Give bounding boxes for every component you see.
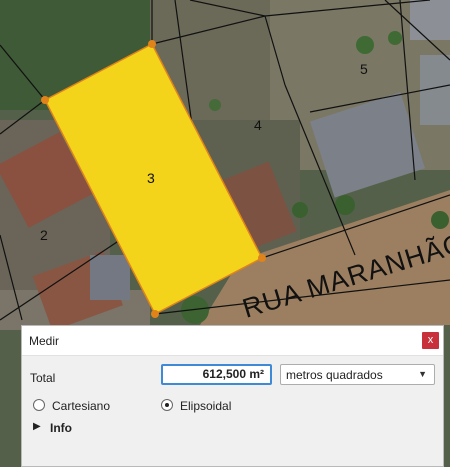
- vertex-handle: [41, 96, 49, 104]
- info-label: Info: [50, 421, 72, 435]
- radio-cartesiano-label: Cartesiano: [52, 399, 111, 413]
- unit-select[interactable]: metros quadrados ▼: [280, 364, 435, 385]
- total-value-field[interactable]: 612,500 m²: [161, 364, 272, 385]
- info-expander[interactable]: ▶ Info: [33, 420, 113, 436]
- radio-cartesiano[interactable]: Cartesiano: [33, 397, 133, 415]
- radio-elipsoidal[interactable]: Elipsoidal: [161, 397, 271, 415]
- total-label: Total: [30, 371, 56, 385]
- vertex-handle: [151, 310, 159, 318]
- unit-select-value: metros quadrados: [286, 368, 383, 382]
- radio-button-icon[interactable]: [161, 399, 173, 411]
- vertex-handle: [258, 254, 266, 262]
- radio-selected-dot: [165, 403, 169, 407]
- radio-button-icon[interactable]: [33, 399, 45, 411]
- chevron-down-icon: ▼: [418, 369, 427, 379]
- parcel-label-2: 2: [40, 227, 48, 243]
- radio-elipsoidal-label: Elipsoidal: [180, 399, 232, 413]
- triangle-right-icon: ▶: [33, 421, 41, 432]
- parcel-label-4: 4: [254, 117, 262, 133]
- parcel-label-3: 3: [147, 170, 155, 186]
- close-button[interactable]: x: [422, 332, 439, 349]
- dialog-title: Medir: [29, 334, 60, 348]
- vertex-handle: [148, 40, 156, 48]
- dialog-titlebar[interactable]: Medir x: [22, 326, 443, 356]
- parcel-label-5: 5: [360, 61, 368, 77]
- measure-dialog: Medir x Total 612,500 m² metros quadrado…: [21, 325, 444, 467]
